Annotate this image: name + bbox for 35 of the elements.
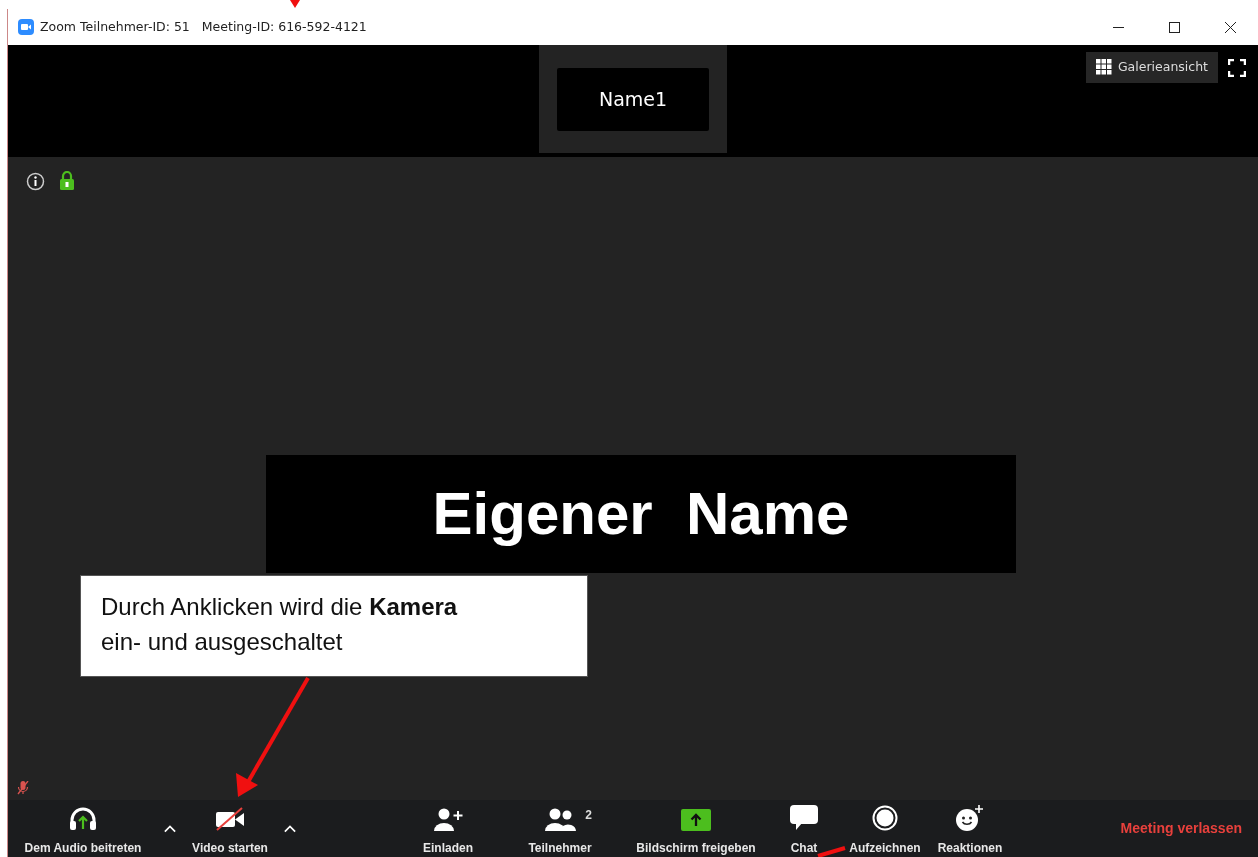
share-screen-button[interactable]: Bildschirm freigeben (626, 800, 766, 857)
grid-icon (1095, 59, 1112, 76)
invite-button[interactable]: Einladen (408, 800, 488, 857)
caret-icon (164, 825, 176, 833)
maximize-icon (1166, 19, 1182, 35)
window-title: Zoom Teilnehmer-ID: 51 (40, 17, 190, 36)
leave-meeting-button[interactable]: Meeting verlassen (1114, 800, 1248, 857)
caret-icon (284, 825, 296, 833)
participants-button[interactable]: Teilnehmer 2 (514, 800, 606, 857)
join-audio-button[interactable]: Dem Audio beitreten (8, 800, 158, 857)
smiley-icon (956, 805, 984, 831)
add-person-icon (433, 807, 463, 831)
callout-text: Durch Anklicken wird die Kamera ein- und ausgeschaltet (80, 575, 588, 677)
camera-logo-icon (18, 19, 34, 35)
close-icon (1222, 19, 1238, 35)
lock-icon[interactable] (60, 171, 74, 190)
chat-bubble-icon (790, 805, 818, 831)
window-title: Meeting-ID: 616-592-4121 (201, 17, 367, 36)
own-name-label: Eigener Name (266, 455, 1016, 573)
reactions-button[interactable]: Reaktionen (932, 800, 1008, 857)
participant-name: Name1 (557, 67, 709, 131)
record-button[interactable]: Aufzeichnen (844, 800, 926, 857)
share-screen-icon (681, 809, 711, 831)
fullscreen-icon[interactable] (1228, 59, 1246, 77)
headphones-icon (68, 807, 98, 831)
muted-microphone-icon (17, 781, 29, 795)
chat-button[interactable]: Chat (776, 800, 832, 857)
gallery-view-button[interactable]: Galerieansicht (1085, 52, 1218, 83)
participant-count: 2 (585, 807, 592, 824)
info-icon[interactable] (26, 172, 45, 191)
record-icon (872, 805, 898, 831)
minimize-icon (1112, 26, 1124, 28)
start-video-button[interactable]: Video starten (182, 800, 278, 857)
arrow-head (290, 0, 300, 8)
people-icon (544, 807, 576, 831)
